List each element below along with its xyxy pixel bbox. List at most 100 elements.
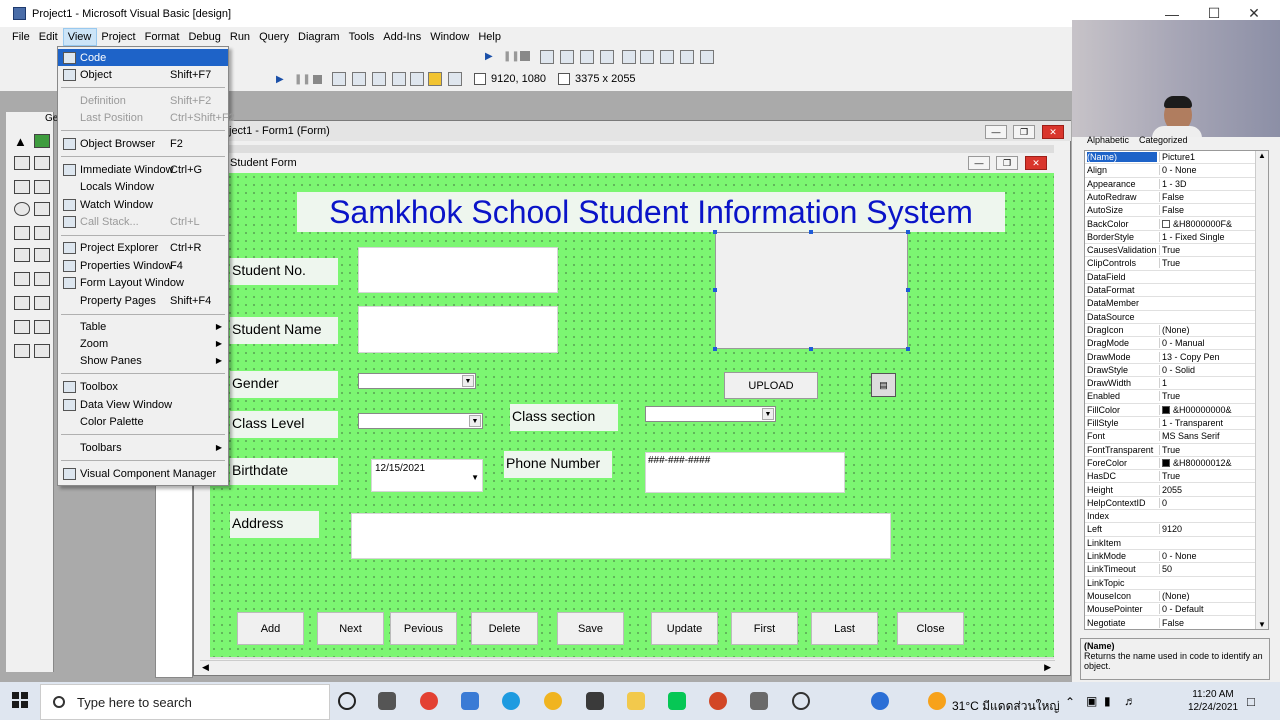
data-view-icon[interactable]	[428, 72, 442, 86]
designer-restore-button[interactable]: ❐	[1013, 125, 1035, 139]
upload-button[interactable]: UPLOAD	[724, 372, 818, 399]
designer-minimize-button[interactable]: —	[985, 125, 1007, 139]
combobox-tool-icon[interactable]	[14, 226, 30, 240]
view-menu-item-code[interactable]: Code	[58, 49, 228, 66]
property-value-cell[interactable]: True	[1159, 245, 1259, 256]
property-value-cell[interactable]: 1	[1159, 378, 1259, 389]
property-row[interactable]: Enabled True	[1085, 390, 1259, 404]
menu-diagram[interactable]: Diagram	[294, 29, 345, 45]
store-icon[interactable]	[586, 692, 604, 710]
property-row[interactable]: DrawWidth 1	[1085, 377, 1259, 391]
property-row[interactable]: DataField	[1085, 271, 1259, 284]
chevron-down-icon[interactable]: ▼	[762, 408, 774, 420]
resize-handle[interactable]	[713, 230, 717, 234]
textbox-tool-icon[interactable]	[34, 156, 50, 170]
shape-tool-icon[interactable]	[14, 320, 30, 334]
network-icon[interactable]: ▣	[1086, 694, 1097, 708]
property-value-cell[interactable]: 1 - Fixed Single	[1159, 231, 1259, 242]
tab-alphabetic[interactable]: Alphabetic	[1087, 135, 1129, 145]
property-value-cell[interactable]: False	[1159, 205, 1259, 216]
menu-project[interactable]: Project	[97, 29, 140, 45]
menu-help[interactable]: Help	[474, 29, 506, 45]
step-out-icon[interactable]	[600, 50, 614, 64]
property-row[interactable]: (Name) Picture1	[1085, 151, 1259, 165]
property-value-cell[interactable]: True	[1159, 471, 1259, 482]
property-row[interactable]: LinkMode 0 - None	[1085, 550, 1259, 564]
resize-handle[interactable]	[906, 288, 910, 292]
menu-format[interactable]: Format	[141, 29, 185, 45]
property-value-cell[interactable]: 0 - None	[1159, 165, 1259, 176]
property-row[interactable]: HasDC True	[1085, 470, 1259, 484]
resize-handle[interactable]	[906, 230, 910, 234]
scroll-right-icon[interactable]: ▶	[1044, 662, 1051, 673]
property-row[interactable]: Appearance 1 - 3D	[1085, 178, 1259, 191]
property-value-cell[interactable]: False	[1159, 191, 1259, 202]
property-row[interactable]: AutoSize False	[1085, 204, 1259, 218]
property-row[interactable]: MousePointer 0 - Default	[1085, 603, 1259, 617]
scroll-up-icon[interactable]: ▲	[1258, 151, 1266, 160]
pause-icon[interactable]: ❚❚	[294, 74, 311, 88]
last-button[interactable]: Last	[811, 612, 878, 645]
menu-window[interactable]: Window	[426, 29, 474, 45]
notifications-icon[interactable]: □	[1247, 694, 1255, 709]
property-row[interactable]: BackColor &H8000000F&	[1085, 218, 1259, 231]
property-row[interactable]: ForeColor &H80000012&	[1085, 457, 1259, 471]
class-level-combobox[interactable]: ▼	[358, 413, 483, 429]
frame-tool-icon[interactable]	[14, 180, 30, 194]
property-row[interactable]: DataSource	[1085, 311, 1259, 324]
property-row[interactable]: FillStyle 1 - Transparent	[1085, 417, 1259, 431]
data-tool-icon[interactable]	[34, 344, 50, 358]
property-row[interactable]: BorderStyle 1 - Fixed Single	[1085, 231, 1259, 245]
stop-icon[interactable]	[313, 75, 322, 84]
property-row[interactable]: Negotiate False	[1085, 617, 1259, 629]
view-menu-item-color-palette[interactable]: Color Palette	[58, 413, 228, 430]
file-explorer-icon[interactable]	[627, 692, 645, 710]
powerpoint-icon[interactable]	[709, 692, 727, 710]
component-manager-icon[interactable]	[448, 72, 462, 86]
view-menu-item-property-pages[interactable]: Property Pages Shift+F4	[58, 292, 228, 309]
menu-file[interactable]: File	[8, 29, 35, 45]
property-row[interactable]: LinkItem	[1085, 537, 1259, 550]
property-row[interactable]: LinkTopic	[1085, 577, 1259, 590]
image-tool-icon[interactable]	[14, 344, 30, 358]
menu-tools[interactable]: Tools	[345, 29, 380, 45]
property-row[interactable]: LinkTimeout 50	[1085, 563, 1259, 577]
properties-icon[interactable]	[352, 72, 366, 86]
student-no-textbox[interactable]	[358, 247, 558, 293]
filelistbox-tool-icon[interactable]	[34, 296, 50, 310]
dirlistbox-tool-icon[interactable]	[14, 296, 30, 310]
close-button[interactable]: Close	[897, 612, 964, 645]
browser-icon[interactable]	[544, 692, 562, 710]
taskbar-search[interactable]: Type here to search	[40, 684, 330, 720]
view-menu-item-form-layout-window[interactable]: Form Layout Window	[58, 274, 228, 291]
step-over-icon[interactable]	[580, 50, 594, 64]
update-button[interactable]: Update	[651, 612, 718, 645]
visual-basic-taskbar-icon[interactable]	[750, 692, 768, 710]
property-row[interactable]: AutoRedraw False	[1085, 191, 1259, 205]
timer-tool-icon[interactable]	[14, 272, 30, 286]
property-value-cell[interactable]: 1 - Transparent	[1159, 418, 1259, 428]
obs-icon[interactable]	[792, 692, 810, 710]
gender-combobox[interactable]: ▼	[358, 373, 476, 389]
designer-horizontal-scrollbar[interactable]: ◀ ▶	[200, 660, 1055, 674]
property-row[interactable]: DrawMode 13 - Copy Pen	[1085, 351, 1259, 364]
break-icon[interactable]: ❚❚	[503, 51, 520, 65]
line-app-icon[interactable]	[668, 692, 686, 710]
address-textbox[interactable]	[351, 513, 891, 559]
properties-scrollbar[interactable]: ▲ ▼	[1255, 151, 1268, 629]
property-value-cell[interactable]: &H00000000&	[1159, 404, 1259, 415]
property-row[interactable]: DragMode 0 - Manual	[1085, 337, 1259, 351]
view-menu-item-data-view-window[interactable]: Data View Window	[58, 396, 228, 413]
property-value-cell[interactable]: True	[1159, 258, 1259, 269]
property-row[interactable]: Align 0 - None	[1085, 164, 1259, 178]
object-browser-icon[interactable]	[392, 72, 406, 86]
form-minimize-button[interactable]: —	[968, 156, 990, 170]
project-explorer-icon[interactable]	[332, 72, 346, 86]
scroll-down-icon[interactable]: ▼	[1258, 620, 1266, 629]
property-value-cell[interactable]: &H80000012&	[1159, 457, 1259, 468]
picturebox-tool-icon[interactable]	[34, 134, 50, 148]
menu-run[interactable]: Run	[226, 29, 255, 45]
first-button[interactable]: First	[731, 612, 798, 645]
quick-watch-icon[interactable]	[680, 50, 694, 64]
tab-categorized[interactable]: Categorized	[1139, 135, 1188, 145]
